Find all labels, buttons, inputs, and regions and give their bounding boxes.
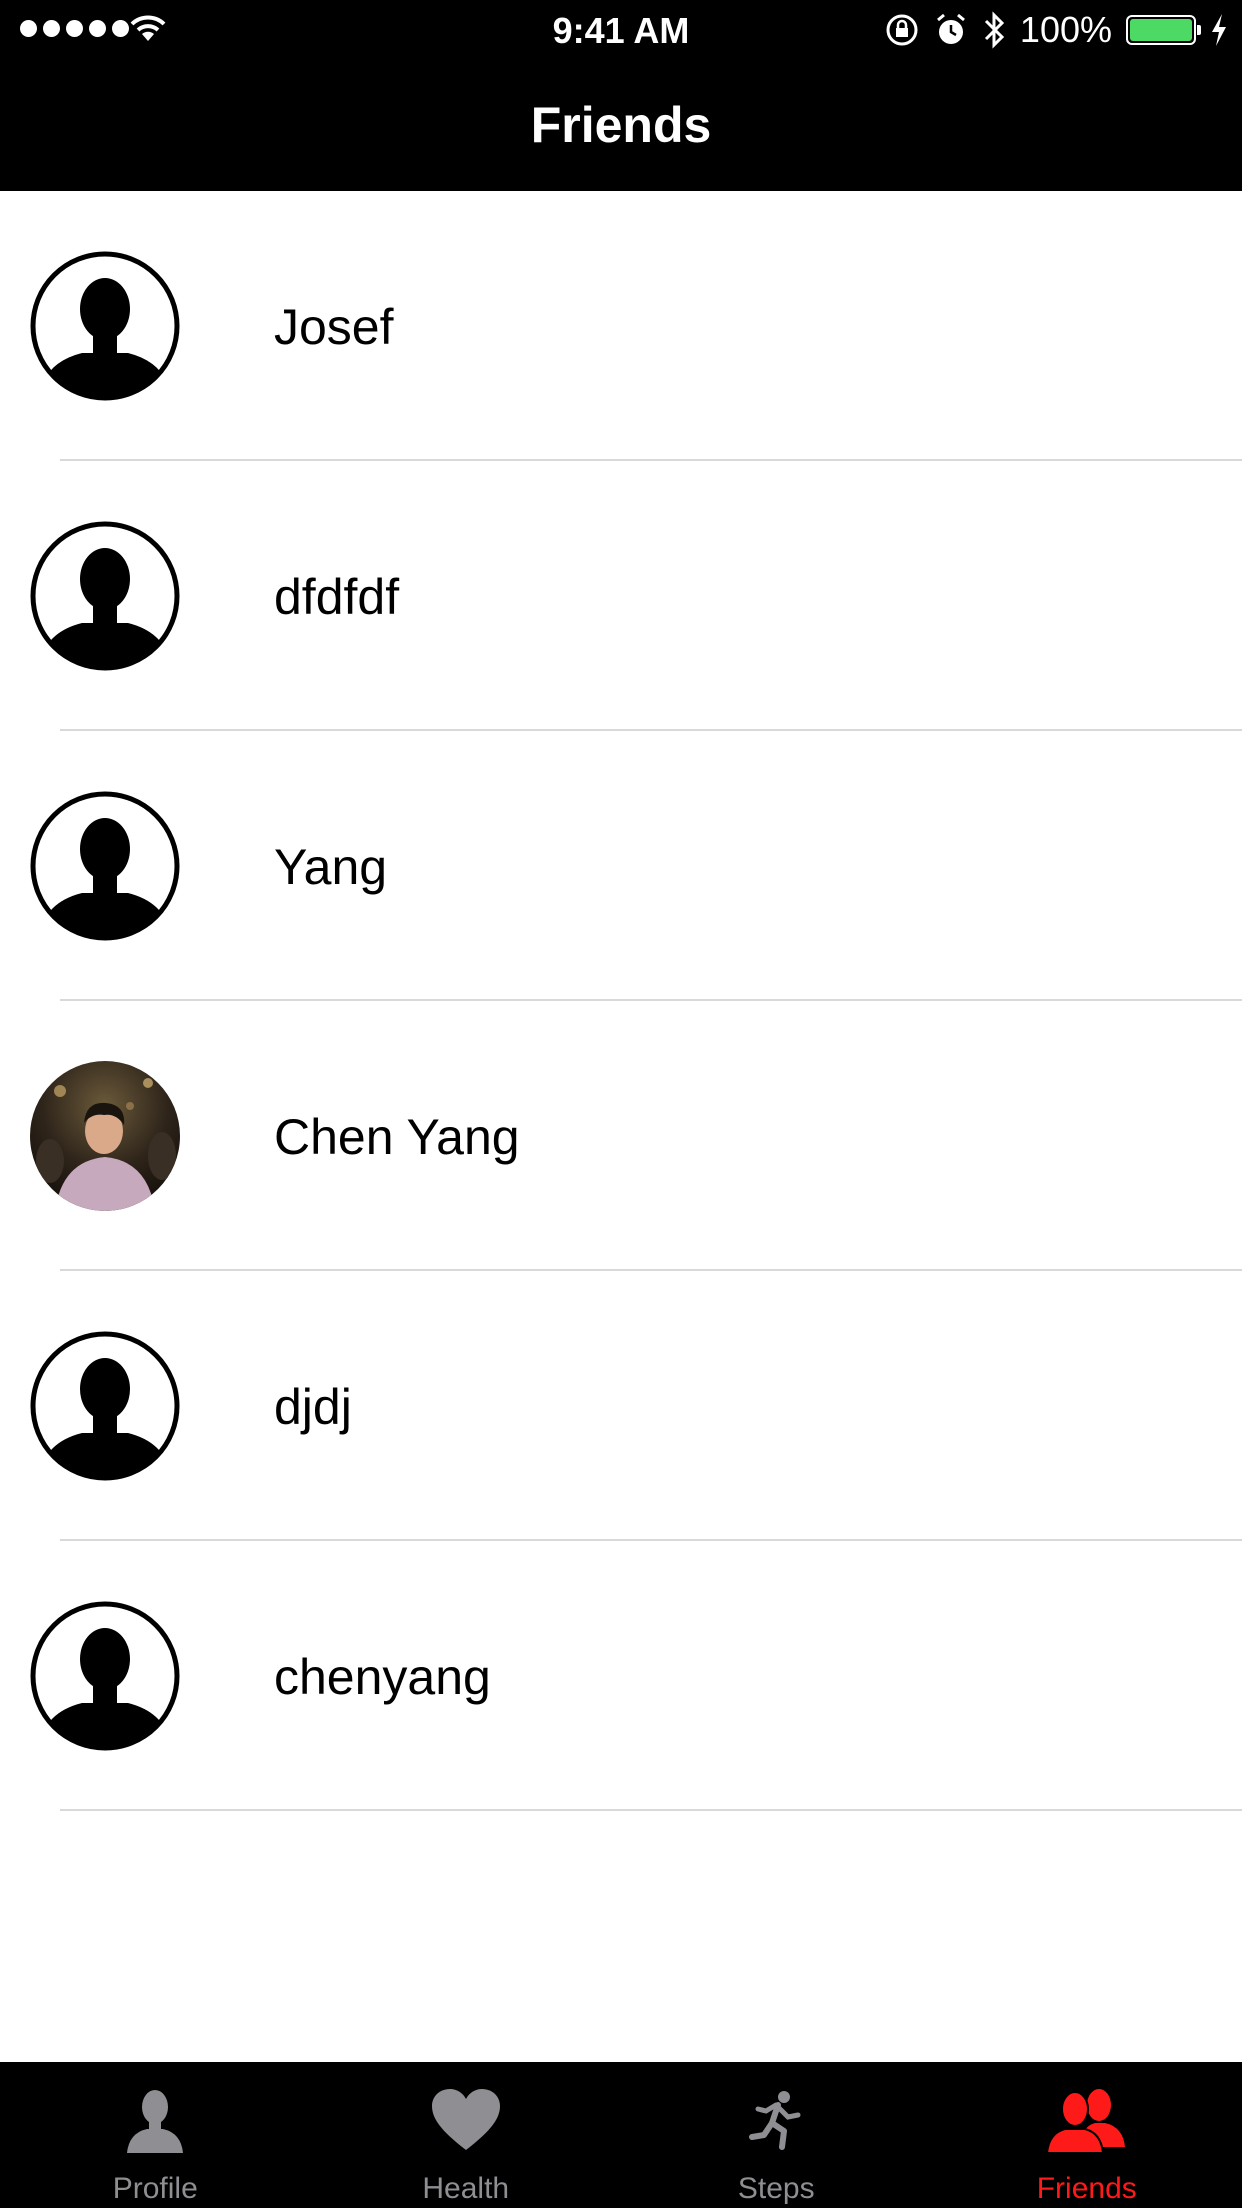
page-title: Friends	[530, 97, 712, 153]
charging-bolt-icon	[1212, 14, 1226, 46]
photo-avatar	[30, 1061, 180, 1211]
row-separator	[60, 1809, 1242, 1811]
people-icon	[1045, 2089, 1125, 2153]
heart-icon	[431, 2089, 500, 2150]
friend-name: Yang	[274, 839, 388, 895]
tab-label: Health	[422, 2172, 510, 2205]
tab-health[interactable]: Health	[311, 2062, 622, 2208]
list-item[interactable]: Yang	[0, 731, 1242, 1001]
alarm-icon	[936, 13, 965, 44]
friend-name: chenyang	[274, 1649, 491, 1705]
default-avatar-icon	[30, 1601, 180, 1751]
list-item[interactable]: dfdfdf	[0, 461, 1242, 731]
tab-label: Friends	[1036, 2172, 1137, 2205]
default-avatar-icon	[30, 1331, 180, 1481]
top-bar: 9:41 AM 100% Friends	[0, 0, 1242, 191]
battery-percent: 100%	[1019, 9, 1112, 50]
battery-icon	[1126, 15, 1201, 45]
person-icon	[127, 2090, 184, 2153]
list-item[interactable]: Josef	[0, 191, 1242, 461]
friend-name: dfdfdf	[274, 569, 400, 625]
list-item[interactable]: djdj	[0, 1271, 1242, 1541]
default-avatar-icon	[30, 251, 180, 401]
friend-name: Josef	[274, 299, 394, 355]
friends-list: Josef dfdfdf Yang Chen Yang djdj chenyan…	[0, 191, 1242, 1811]
friend-name: Chen Yang	[274, 1109, 520, 1165]
list-item[interactable]: chenyang	[0, 1541, 1242, 1811]
status-bar: 9:41 AM 100%	[0, 0, 1242, 60]
tab-steps[interactable]: Steps	[621, 2062, 932, 2208]
friend-name: djdj	[274, 1379, 352, 1435]
running-icon	[749, 2091, 801, 2150]
tab-friends[interactable]: Friends	[932, 2062, 1242, 2208]
tab-label: Profile	[112, 2172, 198, 2205]
list-item[interactable]: Chen Yang	[0, 1001, 1242, 1271]
tab-label: Steps	[737, 2172, 815, 2205]
default-avatar-icon	[30, 791, 180, 941]
rotation-lock-icon	[886, 14, 918, 46]
tab-bar: Profile Health Steps Friends	[0, 2062, 1242, 2208]
tab-profile[interactable]: Profile	[0, 2062, 311, 2208]
status-right: 100%	[884, 9, 1228, 50]
default-avatar-icon	[30, 521, 180, 671]
bluetooth-icon	[984, 11, 1005, 49]
